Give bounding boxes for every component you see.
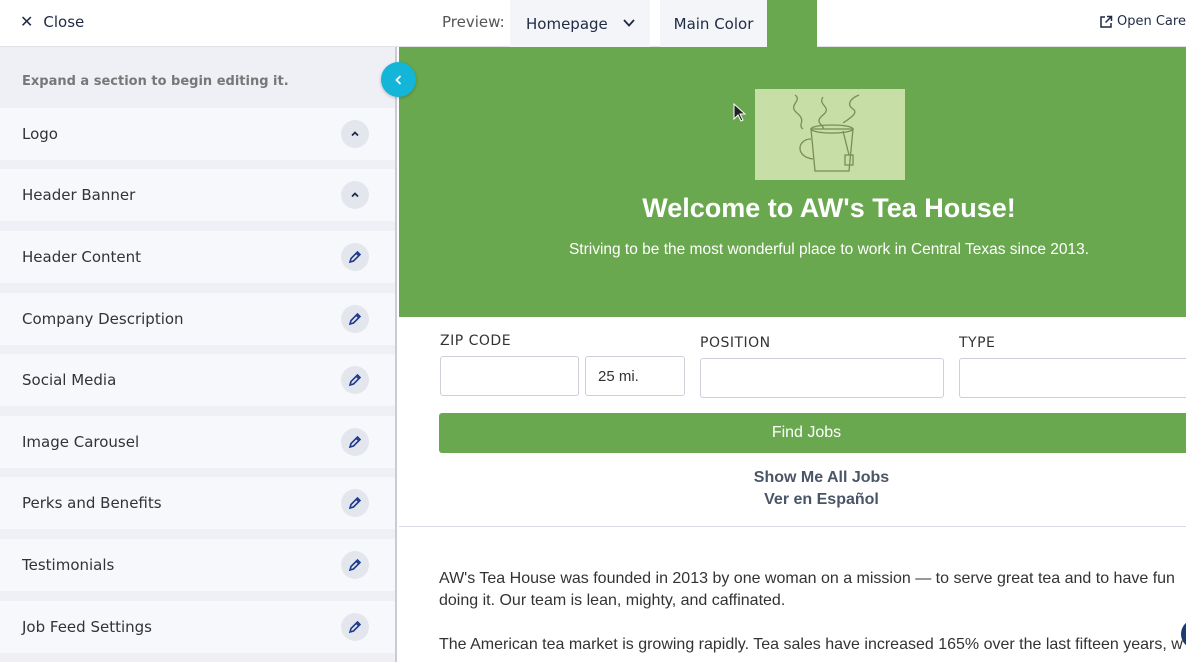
section-divider (399, 526, 1186, 527)
section-image-carousel[interactable]: Image Carousel (0, 416, 395, 468)
pencil-icon (348, 620, 362, 634)
section-job-feed-settings[interactable]: Job Feed Settings (0, 601, 395, 653)
section-header-content[interactable]: Header Content (0, 231, 395, 283)
section-label: Job Feed Settings (22, 618, 152, 636)
section-header-banner[interactable]: Header Banner (0, 169, 395, 221)
chevron-left-icon (394, 74, 401, 85)
tea-cup-logo-icon (792, 94, 860, 172)
section-label: Testimonials (22, 556, 115, 574)
company-description-line: The American tea market is growing rapid… (439, 636, 1183, 653)
open-career-site-link[interactable]: Open Caree (1099, 14, 1186, 29)
main-color-label: Main Color (673, 14, 754, 33)
collapse-sidebar-button[interactable] (381, 62, 416, 97)
pencil-icon (348, 312, 362, 326)
close-icon: ✕ (20, 12, 34, 31)
edit-button[interactable] (341, 489, 369, 517)
section-label: Perks and Benefits (22, 494, 162, 512)
pencil-icon (348, 435, 362, 449)
show-all-jobs-link[interactable]: Show Me All Jobs (399, 469, 1186, 487)
edit-button[interactable] (341, 243, 369, 271)
open-career-label: Open Caree (1117, 14, 1186, 29)
spanish-language-link[interactable]: Ver en Español (399, 491, 1186, 509)
section-label: Social Media (22, 371, 117, 389)
section-company-description[interactable]: Company Description (0, 293, 395, 345)
section-testimonials[interactable]: Testimonials (0, 539, 395, 591)
section-label: Logo (22, 125, 58, 143)
close-button[interactable]: ✕ Close (20, 12, 84, 31)
radius-select[interactable]: 25 mi. (585, 356, 685, 396)
company-logo (755, 89, 905, 180)
position-input[interactable] (700, 358, 944, 398)
pencil-icon (348, 558, 362, 572)
pencil-icon (348, 373, 362, 387)
preview-label: Preview: (442, 13, 505, 31)
section-logo[interactable]: Logo (0, 108, 395, 160)
edit-button[interactable] (341, 551, 369, 579)
header-banner: Welcome to AW's Tea House! Striving to b… (399, 47, 1186, 317)
chevron-down-icon (623, 19, 635, 27)
pencil-icon (348, 250, 362, 264)
close-label: Close (43, 12, 85, 31)
section-label: Header Content (22, 248, 142, 266)
chevron-up-icon (351, 192, 359, 198)
edit-button[interactable] (341, 305, 369, 333)
find-jobs-button[interactable]: Find Jobs (439, 413, 1186, 453)
type-select[interactable] (959, 358, 1186, 398)
main-color-button[interactable]: Main Color (660, 0, 767, 47)
section-social-media[interactable]: Social Media (0, 354, 395, 406)
section-label: Header Banner (22, 186, 136, 204)
chevron-up-icon (351, 131, 359, 137)
external-link-icon (1100, 15, 1113, 28)
section-label: Company Description (22, 310, 184, 328)
pencil-icon (348, 496, 362, 510)
zip-code-label: ZIP CODE (440, 333, 512, 349)
zip-code-input[interactable] (440, 356, 579, 396)
radius-value: 25 mi. (598, 367, 639, 385)
edit-button[interactable] (341, 366, 369, 394)
edit-button[interactable] (341, 428, 369, 456)
position-label: POSITION (700, 335, 771, 351)
preview-page-select[interactable]: Homepage (510, 0, 650, 47)
career-page-preview: Welcome to AW's Tea House! Striving to b… (399, 47, 1186, 662)
editor-sidebar: Expand a section to begin editing it. Lo… (0, 47, 397, 662)
section-label: Image Carousel (22, 433, 140, 451)
type-label: TYPE (959, 335, 996, 351)
mouse-cursor-icon (733, 103, 747, 122)
company-description-line: AW's Tea House was founded in 2013 by on… (439, 570, 1175, 587)
preview-page-value: Homepage (526, 14, 608, 33)
section-perks-and-benefits[interactable]: Perks and Benefits (0, 477, 395, 529)
sidebar-hint: Expand a section to begin editing it. (22, 74, 289, 89)
expand-toggle-button[interactable] (341, 181, 369, 209)
edit-button[interactable] (341, 613, 369, 641)
top-bar: ✕ Close Preview: Homepage Main Color Ope… (0, 0, 1186, 47)
main-color-swatch[interactable] (767, 0, 817, 47)
expand-toggle-button[interactable] (341, 120, 369, 148)
hero-title: Welcome to AW's Tea House! (642, 193, 1016, 223)
hero-subtitle: Striving to be the most wonderful place … (568, 241, 1090, 258)
company-description-line: doing it. Our team is lean, mighty, and … (439, 592, 786, 609)
